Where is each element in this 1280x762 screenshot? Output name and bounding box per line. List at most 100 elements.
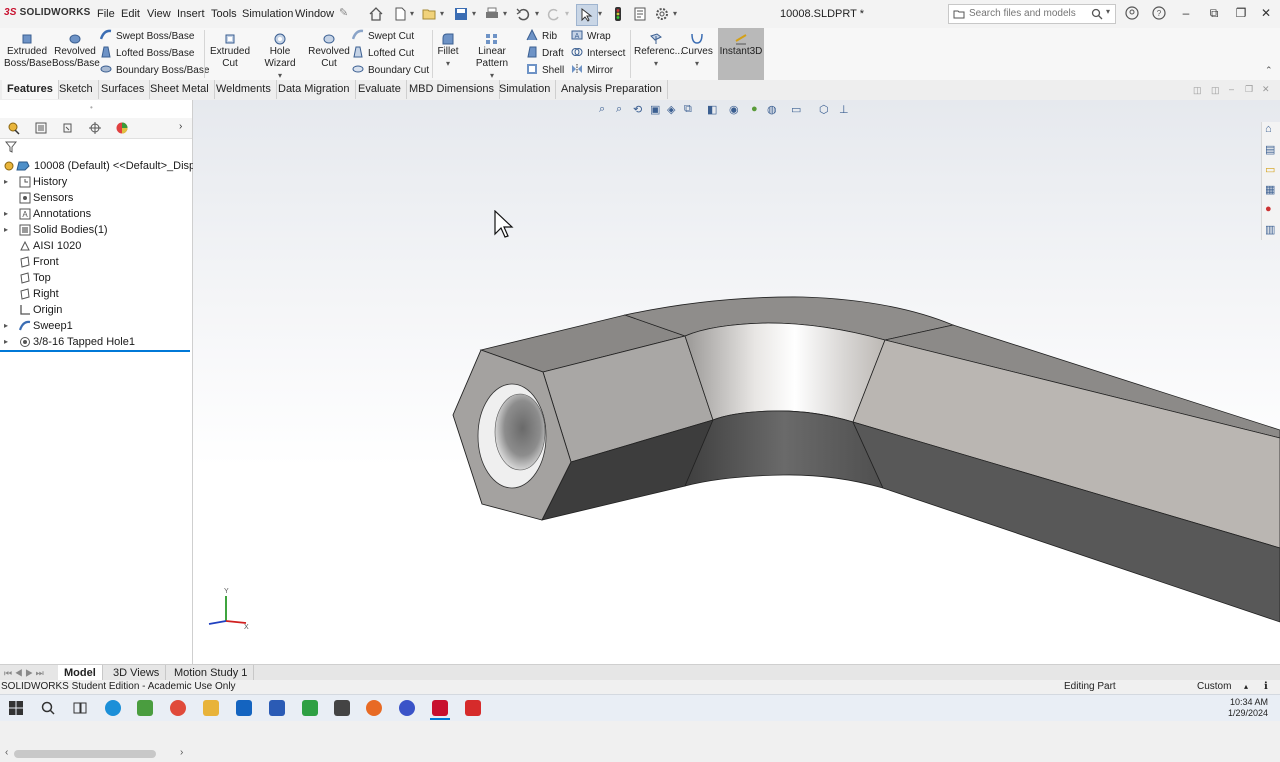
hole-wizard-button[interactable]: Hole Wizard ▾	[254, 30, 306, 82]
chevron-down-icon[interactable]: ▾	[1106, 7, 1110, 16]
chevron-down-icon[interactable]: ▾	[598, 9, 602, 18]
graphics-area[interactable]: ⌕ ⌕ ⟲ ▣ ◈ ⧉ ◧ ◉ ● ◍ ▭ ⬡ ⊥ Y X ⌂ ▤ ▭ ▦ ● …	[193, 100, 1280, 664]
chevron-down-icon[interactable]: ▾	[634, 58, 678, 70]
tab-sheet-metal[interactable]: Sheet Metal	[145, 80, 215, 99]
doc-close-icon[interactable]: ✕	[1262, 84, 1270, 95]
part-model[interactable]	[193, 100, 1280, 664]
menu-tools[interactable]: Tools	[211, 8, 237, 20]
tree-item[interactable]: Sensors	[0, 190, 192, 206]
undo-icon[interactable]	[515, 6, 531, 22]
tree-item[interactable]: AISI 1020	[0, 238, 192, 254]
doc-split-icon[interactable]: ◫	[1211, 85, 1220, 96]
expand-arrow-icon[interactable]: ▸	[4, 334, 8, 350]
revolved-cut-button[interactable]: Revolved Cut	[308, 30, 350, 70]
shell-button[interactable]: Shell	[526, 63, 564, 78]
menu-window[interactable]: Window	[295, 8, 334, 20]
task-view-icon[interactable]	[72, 700, 88, 716]
tree-item[interactable]: Right	[0, 286, 192, 302]
solidworks-taskbar-icon[interactable]	[432, 700, 448, 716]
tree-item[interactable]: ▸ History	[0, 174, 192, 190]
account-icon[interactable]	[1124, 5, 1140, 21]
chrome-icon[interactable]	[170, 700, 186, 716]
chevron-down-icon[interactable]: ▾	[503, 9, 507, 18]
extruded-cut-button[interactable]: Extruded Cut	[208, 30, 252, 70]
system-clock[interactable]: 10:34 AM 1/29/2024	[1228, 697, 1268, 719]
chevron-down-icon[interactable]: ▾	[436, 58, 460, 70]
search-input[interactable]	[969, 8, 1087, 19]
menu-simulation[interactable]: Simulation	[242, 8, 293, 20]
status-help-icon[interactable]: ℹ	[1264, 680, 1268, 694]
unit-system-selector[interactable]: Custom	[1197, 680, 1231, 694]
property-manager-icon[interactable]	[34, 121, 48, 135]
tab-surfaces[interactable]: Surfaces	[96, 80, 151, 99]
dimxpert-icon[interactable]	[88, 121, 102, 135]
chevron-down-icon[interactable]: ▾	[535, 9, 539, 18]
curves-button[interactable]: Curves ▾	[680, 30, 714, 70]
close-window-button[interactable]: ✕	[1258, 5, 1274, 21]
rib-button[interactable]: Rib	[526, 29, 557, 44]
filter-icon[interactable]	[5, 141, 17, 153]
chevron-down-icon[interactable]: ▾	[673, 9, 677, 18]
tab-mbd-dimensions[interactable]: MBD Dimensions	[404, 80, 500, 99]
solidworks-logo[interactable]: 3S SOLIDWORKS	[4, 7, 91, 18]
save-icon[interactable]	[453, 6, 469, 22]
solidworks-launcher-icon[interactable]	[465, 700, 481, 716]
collapse-ribbon-icon[interactable]: ⌃	[1265, 65, 1273, 76]
doc-tile-icon[interactable]: ◫	[1193, 85, 1202, 96]
edge-icon[interactable]	[105, 700, 121, 716]
restore-window-button[interactable]: ❐	[1233, 5, 1249, 21]
tab-sketch[interactable]: Sketch	[54, 80, 99, 99]
file-explorer-icon[interactable]: ▭	[1265, 163, 1275, 176]
expand-arrow-icon[interactable]: ▸	[4, 174, 8, 190]
word-icon[interactable]	[269, 700, 285, 716]
swept-cut-button[interactable]: Swept Cut	[352, 29, 414, 44]
camtasia-icon[interactable]	[302, 700, 318, 716]
instant3d-button[interactable]: Instant3D	[718, 28, 764, 80]
reference-geometry-button[interactable]: Referenc... ▾	[634, 30, 683, 70]
file-properties-icon[interactable]	[632, 6, 648, 22]
linear-pattern-button[interactable]: Linear Pattern ▾	[462, 30, 522, 82]
new-document-icon[interactable]	[392, 6, 408, 22]
menu-view[interactable]: View	[147, 8, 171, 20]
traffic-light-icon[interactable]	[610, 6, 626, 22]
tab-data-migration[interactable]: Data Migration	[273, 80, 356, 99]
scroll-right-icon[interactable]: ›	[180, 747, 183, 758]
scroll-left-icon[interactable]: ‹	[5, 747, 8, 758]
tree-item[interactable]: ▸ Solid Bodies(1)	[0, 222, 192, 238]
lofted-cut-button[interactable]: Lofted Cut	[352, 46, 414, 61]
tab-scroll-arrows[interactable]: ⏮ ◀ ▶ ⏭	[4, 665, 44, 681]
expand-arrow-icon[interactable]: ▸	[4, 206, 8, 222]
boundary-cut-button[interactable]: Boundary Cut	[352, 63, 429, 78]
zoom-icon[interactable]	[399, 700, 415, 716]
display-manager-icon[interactable]	[115, 121, 129, 135]
firefox-icon[interactable]	[366, 700, 382, 716]
custom-properties-icon[interactable]: ▥	[1265, 223, 1275, 236]
gear-icon[interactable]	[654, 6, 670, 22]
windows-start-icon[interactable]	[8, 700, 24, 716]
menu-edit[interactable]: Edit	[121, 8, 140, 20]
expand-arrow-icon[interactable]: ▸	[4, 318, 8, 334]
tree-item[interactable]: Front	[0, 254, 192, 270]
minimize-window-button[interactable]: –	[1178, 5, 1194, 21]
tab-features[interactable]: Features	[2, 80, 59, 99]
configuration-manager-icon[interactable]	[61, 121, 75, 135]
fillet-button[interactable]: Fillet ▾	[436, 30, 460, 70]
panel-grip[interactable]: •	[90, 103, 93, 112]
outlook-icon[interactable]	[236, 700, 252, 716]
store-icon[interactable]	[137, 700, 153, 716]
menu-insert[interactable]: Insert	[177, 8, 205, 20]
tab-analysis-preparation[interactable]: Analysis Preparation	[556, 80, 668, 99]
chevron-down-icon[interactable]: ▾	[410, 9, 414, 18]
pin-icon[interactable]: ✎	[339, 6, 348, 19]
chevron-down-icon[interactable]: ▾	[680, 58, 714, 70]
tile-windows-button[interactable]: ⧉	[1206, 5, 1222, 21]
lofted-boss-button[interactable]: Lofted Boss/Base	[100, 46, 194, 61]
open-folder-icon[interactable]	[421, 6, 437, 22]
tab-weldments[interactable]: Weldments	[211, 80, 277, 99]
feature-manager-icon[interactable]	[7, 121, 21, 135]
print-icon[interactable]	[484, 6, 500, 22]
tab-evaluate[interactable]: Evaluate	[353, 80, 407, 99]
chevron-down-icon[interactable]: ▾	[440, 9, 444, 18]
chevron-down-icon[interactable]: ▾	[472, 9, 476, 18]
tab-simulation[interactable]: Simulation	[494, 80, 557, 99]
